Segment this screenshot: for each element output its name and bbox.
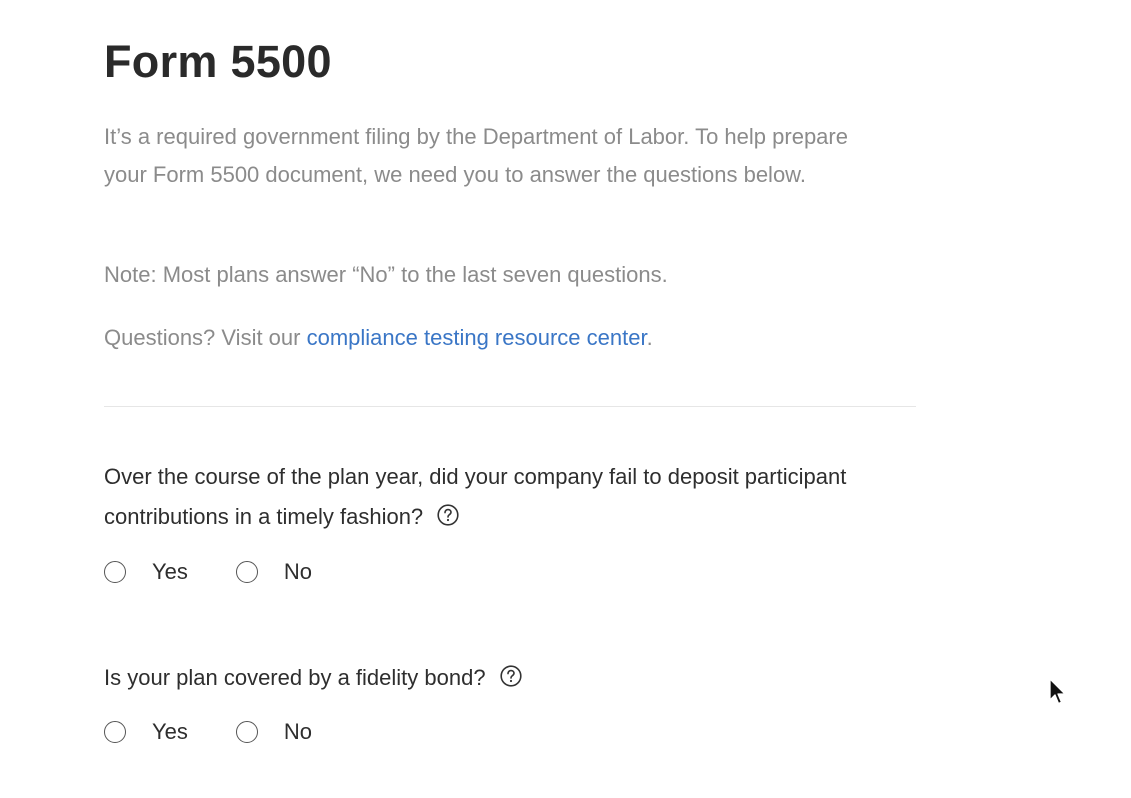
option-label-yes: Yes: [152, 559, 188, 584]
option-yes[interactable]: Yes: [104, 719, 188, 745]
radio-no[interactable]: [235, 721, 258, 743]
page-title: Form 5500: [104, 36, 332, 87]
section-divider: [104, 406, 916, 407]
question-label: Is your plan covered by a fidelity bond?: [104, 665, 486, 690]
radio-yes[interactable]: [104, 561, 126, 583]
answer-options: Yes No: [104, 559, 904, 585]
question-timely-deposits: Over the course of the plan year, did yo…: [104, 457, 904, 585]
compliance-resource-link[interactable]: compliance testing resource center: [307, 325, 647, 350]
intro-text: It’s a required government filing by the…: [104, 124, 848, 187]
mouse-pointer-icon: [1049, 678, 1066, 705]
option-no[interactable]: No: [235, 719, 313, 745]
help-line: Questions? Visit our compliance testing …: [104, 319, 653, 357]
option-yes[interactable]: Yes: [104, 559, 188, 585]
option-label-no: No: [283, 719, 313, 744]
question-text: Is your plan covered by a fidelity bond?: [104, 658, 904, 698]
answer-options: Yes No: [104, 719, 904, 745]
help-prefix: Questions? Visit our: [104, 325, 307, 350]
option-no[interactable]: No: [235, 559, 313, 585]
question-text: Over the course of the plan year, did yo…: [104, 457, 904, 537]
option-label-yes: Yes: [152, 719, 188, 744]
help-suffix: .: [646, 325, 653, 350]
radio-yes[interactable]: [104, 721, 126, 743]
question-circle-icon[interactable]: [437, 499, 459, 526]
question-fidelity-bond: Is your plan covered by a fidelity bond?…: [104, 658, 904, 745]
radio-no[interactable]: [235, 561, 258, 583]
note-text: Note: Most plans answer “No” to the last…: [104, 262, 668, 287]
option-label-no: No: [283, 559, 313, 584]
question-circle-icon[interactable]: [499, 660, 522, 687]
question-label: Over the course of the plan year, did yo…: [104, 464, 847, 529]
